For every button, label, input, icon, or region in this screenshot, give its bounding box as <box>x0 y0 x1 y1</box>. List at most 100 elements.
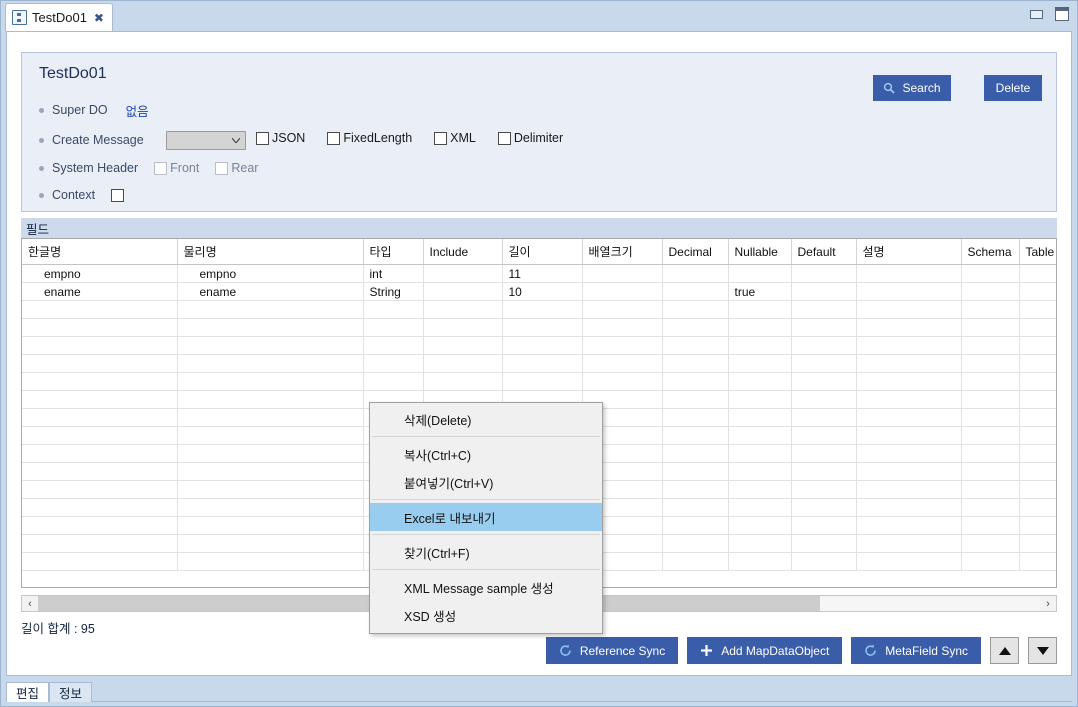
table-cell-decimal[interactable] <box>662 282 729 301</box>
table-cell-empty[interactable] <box>856 300 962 319</box>
table-cell-empty[interactable] <box>1019 534 1056 553</box>
tab-info[interactable]: 정보 <box>49 682 93 702</box>
table-cell-include[interactable] <box>423 264 503 283</box>
table-cell-empty[interactable] <box>177 318 364 337</box>
maximize-icon[interactable] <box>1055 7 1069 21</box>
table-cell-empty[interactable] <box>728 516 792 535</box>
table-cell-empty[interactable] <box>856 372 962 391</box>
table-cell-empty[interactable] <box>791 516 857 535</box>
search-button[interactable]: Search <box>873 75 951 101</box>
minimize-icon[interactable] <box>1030 9 1043 19</box>
table-cell-empty[interactable] <box>791 498 857 517</box>
table-cell-nullable[interactable]: true <box>728 282 792 301</box>
table-cell-empty[interactable] <box>177 462 364 481</box>
context-menu-item[interactable]: XML Message sample 생성 <box>370 573 602 601</box>
table-cell-empty[interactable] <box>1019 372 1056 391</box>
table-cell-empty[interactable] <box>22 372 178 391</box>
table-cell-empty[interactable] <box>662 336 729 355</box>
table-cell-empty[interactable] <box>728 372 792 391</box>
table-cell-empty[interactable] <box>662 426 729 445</box>
context-menu-item[interactable]: XSD 생성 <box>370 601 602 629</box>
table-cell-empty[interactable] <box>22 318 178 337</box>
table-cell-empty[interactable] <box>791 336 857 355</box>
table-cell-empty[interactable] <box>961 480 1020 499</box>
context-menu-item[interactable]: Excel로 내보내기 <box>370 503 602 531</box>
table-cell-empty[interactable] <box>1019 444 1056 463</box>
table-cell-description[interactable] <box>856 264 962 283</box>
table-cell-empty[interactable] <box>363 336 424 355</box>
table-cell-korean-name[interactable]: ename <box>22 282 178 301</box>
table-cell-array-size[interactable] <box>582 282 663 301</box>
table-cell-empty[interactable] <box>961 426 1020 445</box>
table-cell-korean-name[interactable]: empno <box>22 264 178 283</box>
table-row-empty[interactable] <box>22 336 1056 355</box>
scroll-right-icon[interactable]: › <box>1040 596 1056 611</box>
table-cell-empty[interactable] <box>961 336 1020 355</box>
column-header-include[interactable]: Include <box>423 239 503 265</box>
table-cell-length[interactable]: 10 <box>502 282 583 301</box>
table-cell-empty[interactable] <box>1019 390 1056 409</box>
table-cell-empty[interactable] <box>791 318 857 337</box>
table-cell-empty[interactable] <box>177 390 364 409</box>
table-cell-empty[interactable] <box>582 354 663 373</box>
checkbox-context[interactable] <box>111 188 127 202</box>
column-header-physical-name[interactable]: 물리명 <box>177 239 364 265</box>
context-menu-item[interactable]: 삭제(Delete) <box>370 405 602 433</box>
table-cell-empty[interactable] <box>662 300 729 319</box>
table-cell-empty[interactable] <box>22 300 178 319</box>
table-cell-empty[interactable] <box>791 534 857 553</box>
checkbox-box[interactable] <box>154 161 168 175</box>
table-cell-empty[interactable] <box>22 444 178 463</box>
table-cell-empty[interactable] <box>961 498 1020 517</box>
table-cell-empty[interactable] <box>856 516 962 535</box>
table-cell-empty[interactable] <box>22 516 178 535</box>
reference-sync-button[interactable]: Reference Sync <box>545 637 679 664</box>
column-header-decimal[interactable]: Decimal <box>662 239 729 265</box>
super-do-link[interactable]: 없음 <box>126 101 149 120</box>
column-header-default[interactable]: Default <box>791 239 857 265</box>
column-header-schema[interactable]: Schema <box>961 239 1020 265</box>
table-cell-empty[interactable] <box>22 426 178 445</box>
table-cell-empty[interactable] <box>728 552 792 571</box>
table-cell-empty[interactable] <box>856 534 962 553</box>
editor-tab-testdo01[interactable]: TestDo01 ✖ <box>5 3 113 31</box>
table-cell-empty[interactable] <box>791 480 857 499</box>
table-cell-empty[interactable] <box>662 462 729 481</box>
table-cell-empty[interactable] <box>423 300 503 319</box>
table-cell-empty[interactable] <box>177 534 364 553</box>
table-cell-empty[interactable] <box>502 336 583 355</box>
table-cell-empty[interactable] <box>1019 354 1056 373</box>
context-menu-item[interactable]: 복사(Ctrl+C) <box>370 440 602 468</box>
table-cell-empty[interactable] <box>791 300 857 319</box>
checkbox-json[interactable]: JSON <box>256 131 305 145</box>
table-cell-empty[interactable] <box>961 552 1020 571</box>
table-cell-empty[interactable] <box>1019 480 1056 499</box>
table-cell-empty[interactable] <box>791 372 857 391</box>
table-cell-empty[interactable] <box>177 498 364 517</box>
table-cell-empty[interactable] <box>728 462 792 481</box>
table-cell-empty[interactable] <box>728 480 792 499</box>
tab-edit[interactable]: 편집 <box>6 682 50 702</box>
checkbox-box[interactable] <box>256 131 269 145</box>
table-cell-empty[interactable] <box>1019 552 1056 571</box>
table-cell-empty[interactable] <box>177 300 364 319</box>
table-cell-table[interactable] <box>1019 282 1056 301</box>
table-cell-type[interactable]: int <box>363 264 424 283</box>
context-menu-item[interactable]: 붙여넣기(Ctrl+V) <box>370 468 602 496</box>
table-cell-empty[interactable] <box>22 390 178 409</box>
table-cell-empty[interactable] <box>22 408 178 427</box>
table-cell-schema[interactable] <box>961 282 1020 301</box>
table-cell-empty[interactable] <box>856 318 962 337</box>
table-cell-empty[interactable] <box>961 354 1020 373</box>
table-cell-empty[interactable] <box>662 534 729 553</box>
table-cell-empty[interactable] <box>502 354 583 373</box>
table-cell-empty[interactable] <box>22 480 178 499</box>
checkbox-box[interactable] <box>111 188 125 202</box>
table-cell-empty[interactable] <box>363 372 424 391</box>
table-cell-empty[interactable] <box>791 426 857 445</box>
table-cell-empty[interactable] <box>728 336 792 355</box>
checkbox-box[interactable] <box>497 131 511 145</box>
table-cell-empty[interactable] <box>582 300 663 319</box>
close-icon[interactable]: ✖ <box>94 12 104 24</box>
move-down-button[interactable] <box>1028 637 1057 664</box>
